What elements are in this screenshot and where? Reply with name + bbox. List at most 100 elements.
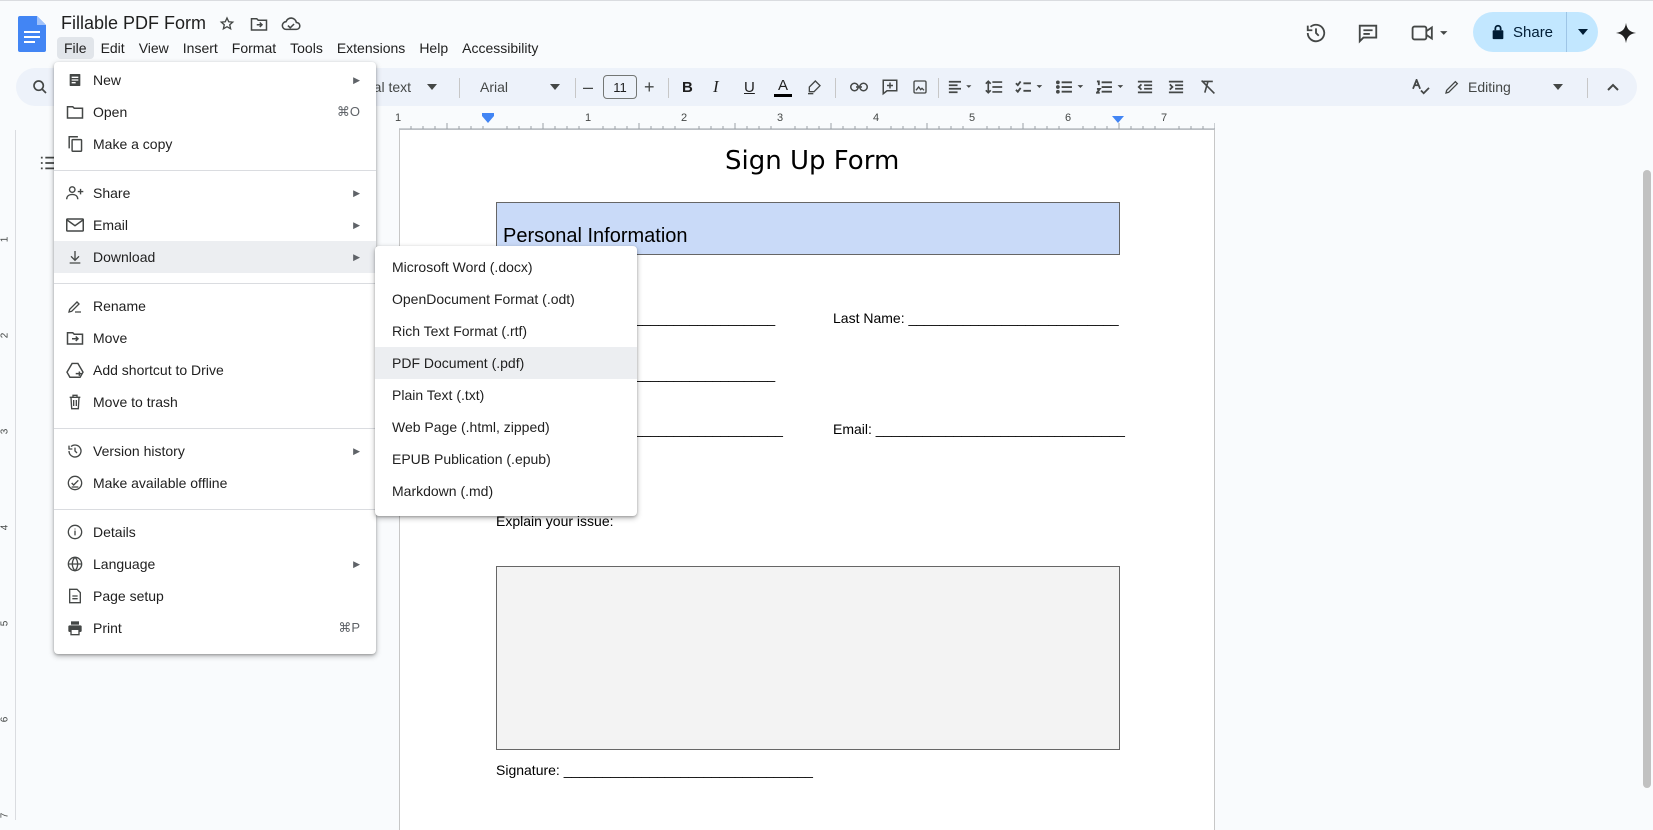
submenu-arrow-icon: ▶ — [353, 251, 360, 262]
menu-item-move[interactable]: Move — [54, 322, 376, 354]
insert-link-icon[interactable] — [850, 68, 868, 106]
font-dropdown[interactable]: Arial — [480, 68, 561, 106]
ruler-label: 6 — [0, 716, 11, 723]
menu-item-new[interactable]: New ▶ — [54, 64, 376, 96]
ruler-label: 3 — [0, 428, 11, 435]
align-icon[interactable] — [948, 68, 974, 106]
email-field[interactable]: Email: ________________________________ — [833, 421, 1125, 437]
increase-font-size-icon[interactable]: + — [644, 68, 655, 106]
ruler-label: 7 — [0, 812, 11, 819]
menu-item-language[interactable]: Language ▶ — [54, 548, 376, 580]
increase-indent-icon[interactable] — [1168, 68, 1184, 106]
text-color-icon[interactable]: A — [774, 68, 792, 106]
download-epub[interactable]: EPUB Publication (.epub) — [375, 443, 637, 475]
shortcut-label: ⌘O — [336, 104, 360, 119]
form-title: Sign Up Form — [725, 146, 900, 176]
last-name-field[interactable]: Last Name: ___________________________ — [833, 310, 1119, 326]
download-docx[interactable]: Microsoft Word (.docx) — [375, 251, 637, 283]
clear-formatting-icon[interactable] — [1200, 68, 1216, 106]
share-dropdown-icon[interactable] — [1567, 29, 1598, 35]
menu-tools[interactable]: Tools — [283, 37, 330, 59]
first-name-field-line[interactable]: __________________ — [635, 310, 775, 326]
menu-item-open[interactable]: Open ⌘O — [54, 96, 376, 128]
menu-item-download[interactable]: Download ▶ — [54, 241, 376, 273]
font-size-input[interactable]: 11 — [603, 75, 637, 99]
menu-item-email[interactable]: Email ▶ — [54, 209, 376, 241]
copy-icon — [66, 135, 84, 153]
menu-item-details[interactable]: Details — [54, 516, 376, 548]
rename-icon — [66, 297, 84, 315]
menu-edit[interactable]: Edit — [94, 37, 132, 59]
submenu-arrow-icon: ▶ — [353, 219, 360, 230]
form-field-line[interactable]: ___________________ — [635, 421, 783, 437]
ruler-label: 5 — [0, 620, 11, 627]
spelling-check-icon[interactable] — [1412, 68, 1430, 106]
gemini-sparkle-icon[interactable] — [1613, 20, 1639, 46]
form-field-line[interactable]: __________________ — [635, 366, 775, 382]
bulleted-list-icon[interactable] — [1056, 68, 1086, 106]
vertical-ruler[interactable]: 1 2 3 4 5 6 7 — [0, 130, 16, 820]
info-icon — [66, 523, 84, 541]
search-menus-icon[interactable] — [32, 68, 48, 106]
menu-extensions[interactable]: Extensions — [330, 37, 412, 59]
ruler-label: 7 — [1161, 112, 1168, 124]
checklist-icon[interactable] — [1015, 68, 1045, 106]
menu-item-rename[interactable]: Rename — [54, 290, 376, 322]
comments-icon[interactable] — [1355, 20, 1381, 46]
numbered-list-icon[interactable] — [1096, 68, 1126, 106]
italic-icon[interactable]: I — [713, 68, 719, 106]
person-add-icon — [66, 184, 84, 202]
hide-menus-chevron-icon[interactable] — [1607, 68, 1619, 106]
star-icon[interactable] — [217, 14, 237, 34]
menu-item-move-to-trash[interactable]: Move to trash — [54, 386, 376, 418]
meet-icon[interactable] — [1408, 20, 1452, 46]
menu-item-add-shortcut[interactable]: Add shortcut to Drive — [54, 354, 376, 386]
underline-icon[interactable]: U — [744, 68, 755, 106]
font-label: Arial — [480, 79, 509, 95]
menu-insert[interactable]: Insert — [176, 37, 225, 59]
share-button[interactable]: Share — [1473, 12, 1598, 52]
download-icon — [66, 248, 84, 266]
drive-shortcut-icon — [66, 361, 84, 379]
vertical-scrollbar[interactable] — [1643, 170, 1651, 788]
add-comment-icon[interactable] — [881, 68, 899, 106]
download-html[interactable]: Web Page (.html, zipped) — [375, 411, 637, 443]
menu-item-share[interactable]: Share ▶ — [54, 177, 376, 209]
menu-item-version-history[interactable]: Version history ▶ — [54, 435, 376, 467]
menu-file[interactable]: File — [57, 37, 94, 59]
menu-item-offline[interactable]: Make available offline — [54, 467, 376, 499]
menu-view[interactable]: View — [132, 37, 176, 59]
menu-item-print[interactable]: Print ⌘P — [54, 612, 376, 644]
menu-format[interactable]: Format — [225, 37, 283, 59]
docs-logo-icon[interactable] — [18, 16, 46, 52]
insert-image-icon[interactable] — [912, 68, 928, 106]
cloud-saved-icon[interactable] — [281, 14, 301, 34]
decrease-font-size-icon[interactable]: – — [583, 68, 593, 106]
download-md[interactable]: Markdown (.md) — [375, 475, 637, 507]
download-rtf[interactable]: Rich Text Format (.rtf) — [375, 315, 637, 347]
menu-item-page-setup[interactable]: Page setup — [54, 580, 376, 612]
decrease-indent-icon[interactable] — [1137, 68, 1153, 106]
menu-accessibility[interactable]: Accessibility — [455, 37, 545, 59]
line-spacing-icon[interactable] — [985, 68, 1003, 106]
horizontal-ruler[interactable]: 1 1 2 3 4 5 6 7 — [395, 110, 1215, 130]
move-folder-icon[interactable] — [249, 14, 269, 34]
menu-item-make-copy[interactable]: Make a copy — [54, 128, 376, 160]
download-txt[interactable]: Plain Text (.txt) — [375, 379, 637, 411]
version-history-icon[interactable] — [1303, 20, 1329, 46]
issue-text-box[interactable] — [496, 566, 1120, 750]
highlight-icon[interactable] — [806, 68, 822, 106]
download-pdf[interactable]: PDF Document (.pdf) — [375, 347, 637, 379]
menu-help[interactable]: Help — [412, 37, 455, 59]
document-title[interactable]: Fillable PDF Form — [61, 13, 206, 34]
submenu-arrow-icon: ▶ — [353, 558, 360, 569]
signature-field[interactable]: Signature: _____________________________… — [496, 762, 813, 778]
download-odt[interactable]: OpenDocument Format (.odt) — [375, 283, 637, 315]
ruler-label: 4 — [0, 524, 11, 531]
trash-icon — [66, 393, 84, 411]
editing-mode-dropdown[interactable]: Editing — [1444, 68, 1563, 106]
bold-icon[interactable]: B — [682, 68, 693, 106]
document-icon — [66, 71, 84, 89]
download-submenu: Microsoft Word (.docx) OpenDocument Form… — [375, 246, 637, 516]
submenu-arrow-icon: ▶ — [353, 74, 360, 85]
